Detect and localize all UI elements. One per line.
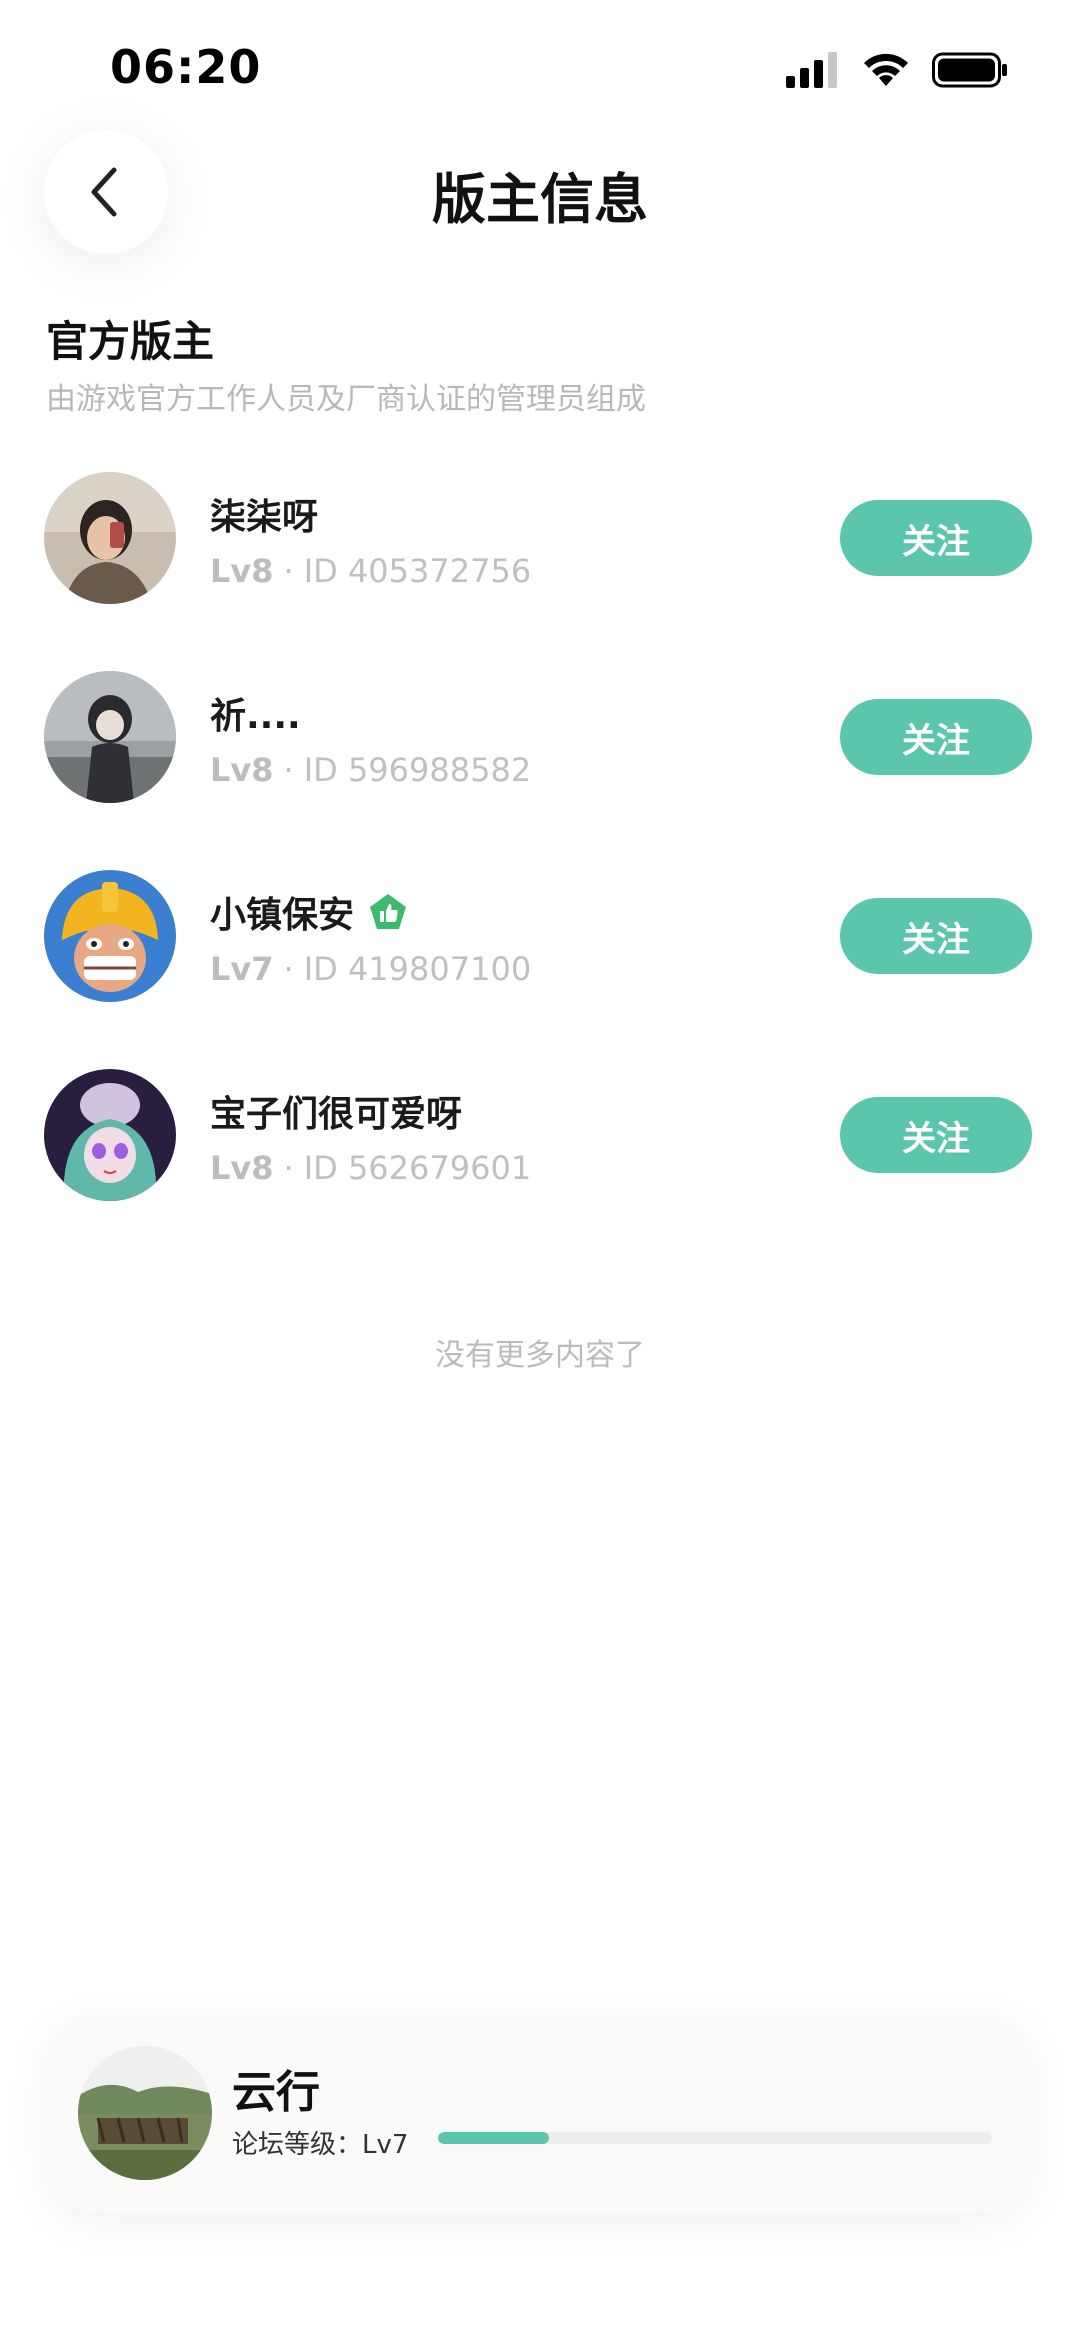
- forum-level-label: 论坛等级：Lv7: [232, 2130, 409, 2160]
- wifi-icon: [864, 53, 908, 86]
- moderator-row[interactable]: 宝子们很可爱呀 Lv8 · ID 562679601 关注: [0, 1065, 1080, 1264]
- avatar[interactable]: [44, 870, 176, 1002]
- moderator-row[interactable]: 祈.... Lv8 · ID 596988582 关注: [0, 667, 1080, 866]
- moderator-level: Lv8: [210, 552, 274, 590]
- moderator-id: ID 405372756: [303, 552, 532, 590]
- follow-button[interactable]: 关注: [840, 1097, 1032, 1173]
- moderator-name-text: 宝子们很可爱呀: [210, 1094, 463, 1135]
- moderator-id: ID 419807100: [303, 950, 532, 988]
- moderator-meta: Lv8 · ID 596988582: [210, 751, 531, 789]
- moderator-id: ID 596988582: [303, 751, 532, 789]
- moderator-level: Lv8: [210, 751, 274, 789]
- section-title: 官方版主: [46, 317, 215, 366]
- avatar[interactable]: [44, 1069, 176, 1201]
- moderator-row[interactable]: 柒柒呀 Lv8 · ID 405372756 关注: [0, 468, 1080, 667]
- moderator-list: 柒柒呀 Lv8 · ID 405372756 关注 祈.... Lv8 · ID…: [0, 468, 1080, 1264]
- moderator-name-text: 柒柒呀: [210, 497, 319, 538]
- moderator-meta: Lv7 · ID 419807100: [210, 950, 531, 988]
- status-time: 06:20: [110, 40, 262, 94]
- moderator-name: 柒柒呀: [210, 488, 318, 540]
- moderator-name: 小镇保安: [210, 886, 408, 938]
- follow-button[interactable]: 关注: [840, 500, 1032, 576]
- status-icons: [786, 50, 1008, 90]
- avatar[interactable]: [44, 472, 176, 604]
- moderator-level: Lv7: [210, 950, 274, 988]
- moderator-id: ID 562679601: [303, 1149, 532, 1187]
- moderator-meta: Lv8 · ID 405372756: [210, 552, 531, 590]
- page-title: 版主信息: [432, 168, 648, 231]
- battery-icon: [932, 52, 1007, 88]
- page: 06:20 版主信息 官方版主 由游戏官方工作人员及厂商认证的管理员组成 柒柒呀…: [0, 0, 1080, 2337]
- section-description: 由游戏官方工作人员及厂商认证的管理员组成: [46, 382, 646, 417]
- signal-icon: [786, 52, 837, 88]
- meta-separator: ·: [283, 751, 294, 789]
- follow-button[interactable]: 关注: [840, 898, 1032, 974]
- no-more-content-text: 没有更多内容了: [435, 1338, 645, 1373]
- level-progress-fill: [438, 2132, 549, 2144]
- moderator-name-text: 祈....: [210, 696, 301, 737]
- moderator-name: 宝子们很可爱呀: [210, 1085, 462, 1137]
- meta-separator: ·: [283, 950, 294, 988]
- level-progress-bar: [438, 2132, 992, 2144]
- moderator-name-text: 小镇保安: [210, 895, 355, 936]
- verified-thumbs-up-icon: [370, 894, 407, 929]
- follow-button[interactable]: 关注: [840, 699, 1032, 775]
- moderator-meta: Lv8 · ID 562679601: [210, 1149, 531, 1187]
- user-avatar[interactable]: [78, 2046, 212, 2180]
- moderator-level: Lv8: [210, 1149, 274, 1187]
- user-level-card[interactable]: 云行 论坛等级：Lv7: [46, 2014, 1032, 2212]
- user-name: 云行: [232, 2067, 320, 2118]
- moderator-name: 祈....: [210, 687, 301, 739]
- meta-separator: ·: [283, 1149, 294, 1187]
- status-bar: 06:20: [0, 0, 1080, 140]
- avatar[interactable]: [44, 671, 176, 803]
- moderator-row[interactable]: 小镇保安 Lv7 · ID 419807100 关注: [0, 866, 1080, 1065]
- meta-separator: ·: [283, 552, 294, 590]
